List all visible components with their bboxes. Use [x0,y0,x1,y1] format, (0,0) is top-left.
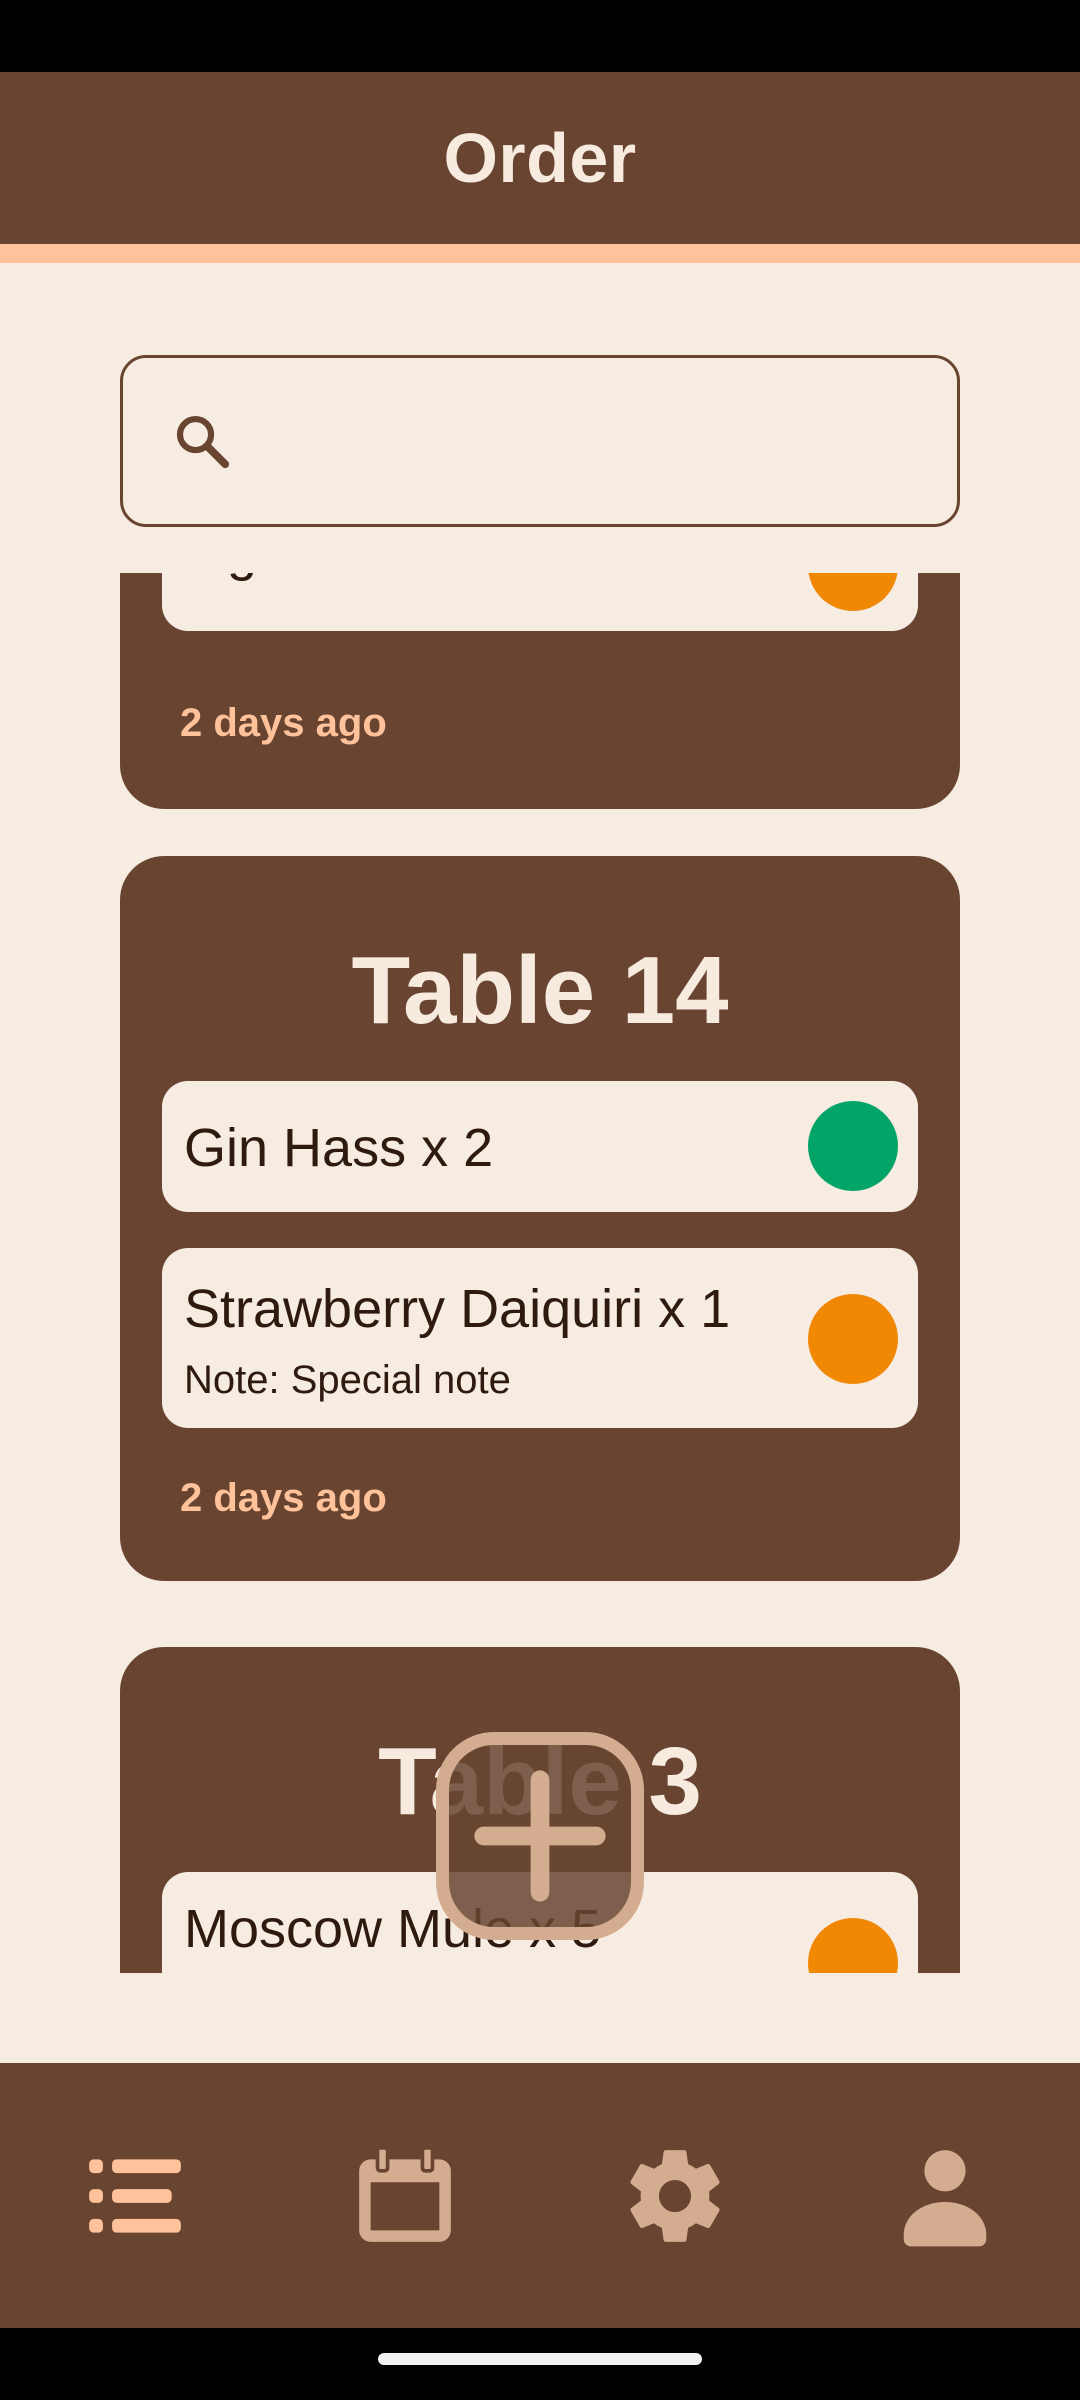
gear-icon [630,2149,720,2242]
nav-orders[interactable] [65,2126,205,2266]
order-item[interactable]: Strawberry Daiquiri x 1 Note: Special no… [162,1248,918,1428]
page-title: Order [443,119,637,197]
list-icon [89,2158,181,2233]
plus-icon [474,1770,606,1902]
search-icon [176,415,230,469]
status-bar [0,0,1080,72]
top-app-bar: Order [0,72,1080,244]
person-icon [903,2149,987,2246]
nav-calendar[interactable] [335,2126,475,2266]
bottom-navigation [0,2063,1080,2328]
nav-profile[interactable] [875,2126,1015,2266]
nav-settings[interactable] [605,2126,745,2266]
top-bar-accent-line [0,244,1080,263]
gesture-handle[interactable] [378,2353,702,2365]
table-title: Table 14 [351,937,729,1044]
order-item[interactable]: Gin Hass x 2 [162,1081,918,1212]
order-card[interactable]: Tiger's Prawn Salad x 1 2 days ago [120,573,960,809]
order-item-name: Tiger's Prawn Salad x 1 [184,573,751,583]
add-order-button[interactable] [436,1732,644,1940]
order-item-name: Gin Hass x 2 [184,1118,494,1178]
status-indicator-green [808,1101,898,1191]
order-item-note: Note: Special note [184,1358,511,1402]
order-item[interactable]: Tiger's Prawn Salad x 1 [162,573,918,631]
order-item-name: Strawberry Daiquiri x 1 [184,1279,731,1339]
search-input[interactable] [253,358,957,524]
status-indicator-orange [808,573,898,611]
calendar-icon [359,2145,451,2242]
status-indicator-orange [808,1918,898,1973]
search-field[interactable] [120,355,960,527]
order-time: 2 days ago [180,1476,387,1520]
order-card-table-14[interactable]: Table 14 Gin Hass x 2 Strawberry Daiquir… [120,856,960,1581]
order-time: 2 days ago [180,701,387,745]
status-indicator-orange [808,1294,898,1384]
